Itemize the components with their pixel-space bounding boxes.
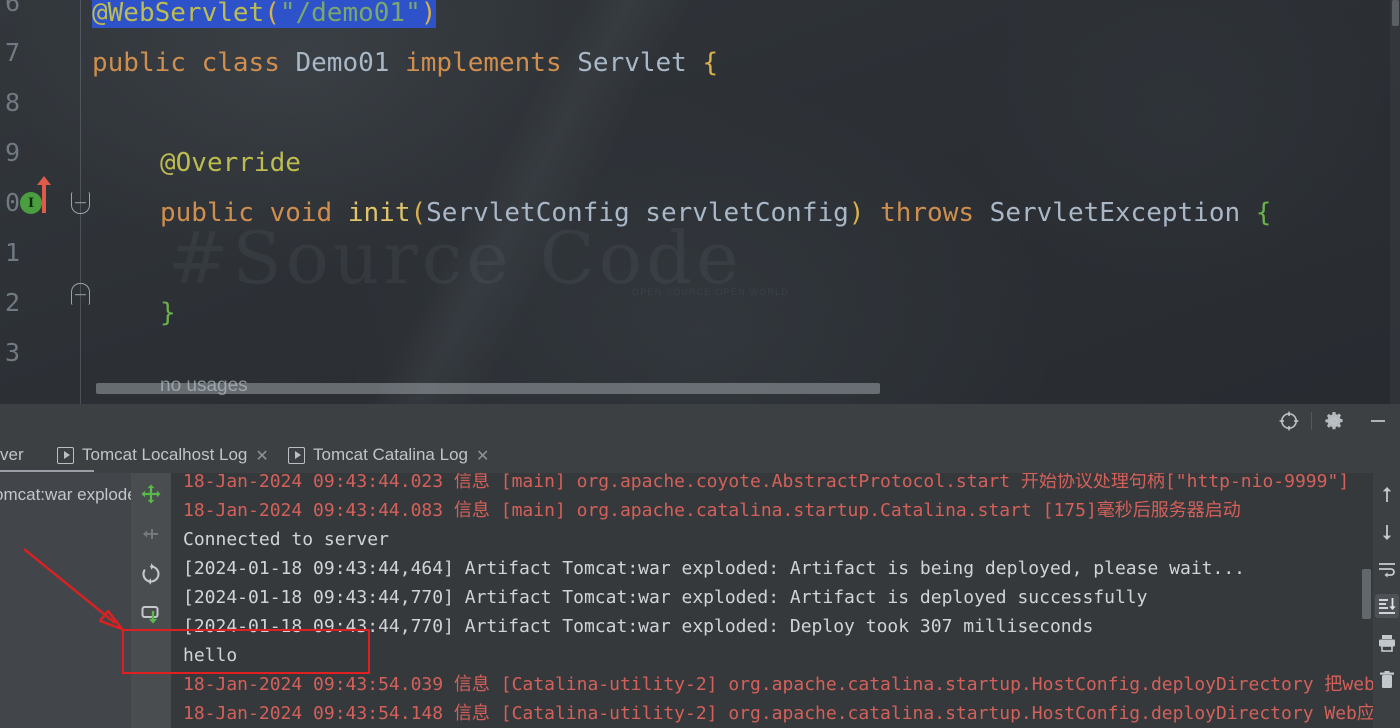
code-line-19: @Override	[160, 138, 301, 188]
console-line: 18-Jan-2024 09:43:54.039 信息 [Catalina-ut…	[183, 670, 1373, 699]
locate-target-icon[interactable]	[1267, 404, 1311, 437]
line-number: 6	[5, 0, 20, 17]
tab-tomcat-localhost-log[interactable]: Tomcat Localhost Log ✕	[57, 437, 269, 473]
code-line-17: public class Demo01 implements Servlet {	[92, 38, 718, 88]
scroll-up-icon[interactable]	[1375, 483, 1399, 507]
console-line: 18-Jan-2024 09:43:54.148 信息 [Catalina-ut…	[183, 699, 1373, 728]
code-fold-toggle[interactable]	[71, 283, 90, 305]
code-fold-toggle[interactable]	[71, 192, 90, 214]
line-number: 3	[5, 338, 20, 367]
run-icon	[57, 447, 74, 464]
console-line-hello: hello	[183, 641, 237, 670]
rerun-icon[interactable]	[138, 481, 164, 507]
line-number: 1	[5, 238, 20, 267]
run-class-gutter-icon[interactable]: I	[20, 192, 42, 214]
code-line-22: }	[160, 288, 176, 338]
code-line-20: public void init(ServletConfig servletCo…	[160, 188, 1271, 238]
tab-label: Tomcat Catalina Log	[313, 445, 468, 465]
console-output[interactable]: 18-Jan-2024 09:43:44.023 信息 [main] org.a…	[171, 473, 1373, 728]
tab-tomcat-catalina-log[interactable]: Tomcat Catalina Log ✕	[288, 437, 489, 473]
clear-all-icon[interactable]	[1375, 668, 1399, 692]
minimize-window-icon[interactable]	[1356, 404, 1400, 437]
soft-wrap-icon[interactable]	[1375, 557, 1399, 581]
print-icon[interactable]	[1375, 631, 1399, 655]
line-number: 8	[5, 88, 20, 117]
console-vertical-scrollbar[interactable]	[1362, 569, 1371, 619]
code-text[interactable]: @WebServlet("/demo01") public class Demo…	[92, 0, 1400, 404]
tab-label: ver	[0, 445, 24, 465]
line-number: 0	[5, 188, 20, 217]
console-side-toolbar[interactable]	[131, 473, 171, 728]
close-icon[interactable]: ✕	[255, 446, 268, 465]
scroll-down-icon[interactable]	[1375, 520, 1399, 544]
console-line: 18-Jan-2024 09:43:44.023 信息 [main] org.a…	[183, 473, 1349, 496]
console-line: [2024-01-18 09:43:44,464] Artifact Tomca…	[183, 554, 1245, 583]
console-right-toolbar[interactable]	[1373, 473, 1400, 728]
settings-gear-icon[interactable]	[1312, 404, 1356, 437]
line-number: 2	[5, 288, 20, 317]
line-number: 9	[5, 138, 20, 167]
run-tool-window: ver Tomcat Localhost Log ✕ Tomcat Catali…	[0, 404, 1400, 728]
editor-horizontal-scrollbar[interactable]	[96, 383, 880, 394]
console-line: [2024-01-18 09:43:44,770] Artifact Tomca…	[183, 583, 1148, 612]
tool-window-header	[0, 404, 1400, 438]
editor-error-stripe[interactable]	[1390, 0, 1400, 404]
tab-label: Tomcat Localhost Log	[82, 445, 247, 465]
run-configuration-label: omcat:war exploded	[0, 485, 134, 505]
console-line: [2024-01-18 09:43:44,770] Artifact Tomca…	[183, 612, 1093, 641]
line-number: 7	[5, 38, 20, 67]
selected-annotation-text: @WebServlet("/demo01")	[92, 0, 436, 28]
restart-server-icon[interactable]	[138, 561, 164, 587]
editor-gutter[interactable]: 6 7 8 9 0 1 2 3 I	[0, 0, 88, 404]
disconnect-icon[interactable]	[138, 521, 164, 547]
scroll-to-end-icon[interactable]	[1375, 594, 1399, 618]
code-line-16: @WebServlet("/demo01")	[92, 0, 436, 38]
close-icon[interactable]: ✕	[476, 446, 489, 465]
editor-vertical-scrollbar-thumb[interactable]	[1392, 0, 1399, 26]
console-tab-bar[interactable]: ver Tomcat Localhost Log ✕ Tomcat Catali…	[0, 437, 1400, 473]
code-editor[interactable]: #Source Code OPEN SOURCE OPEN WORLD 6 7 …	[0, 0, 1400, 404]
override-arrow-icon	[42, 183, 46, 213]
console-line: 18-Jan-2024 09:43:44.083 信息 [main] org.a…	[183, 496, 1241, 525]
tool-window-header-actions	[1267, 404, 1400, 437]
redeploy-icon[interactable]	[138, 601, 164, 627]
tab-server[interactable]: ver	[0, 437, 24, 473]
console-line: Connected to server	[183, 525, 389, 554]
run-configuration-strip[interactable]: omcat:war exploded	[0, 473, 131, 728]
app-root: #Source Code OPEN SOURCE OPEN WORLD 6 7 …	[0, 0, 1400, 728]
run-icon	[288, 447, 305, 464]
